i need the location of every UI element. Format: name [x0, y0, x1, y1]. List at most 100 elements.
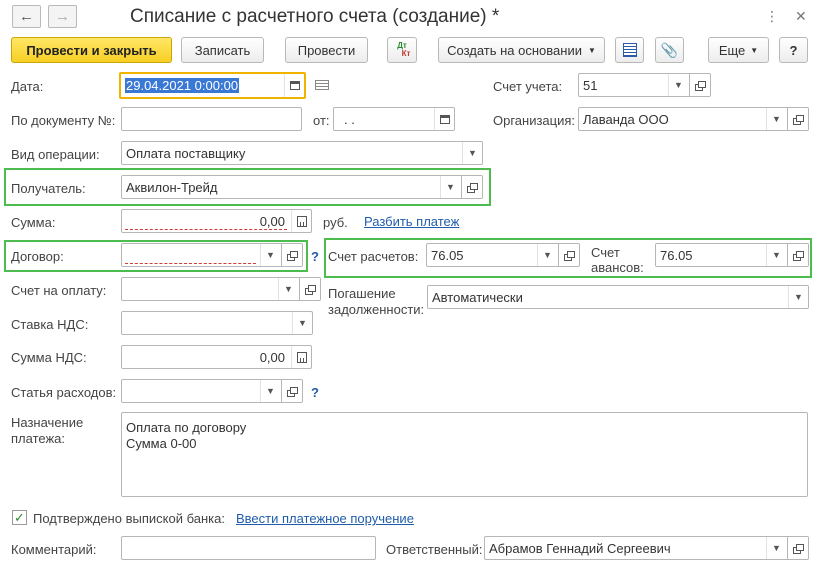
doc-number-label: По документу №: — [11, 113, 116, 128]
post-and-close-button[interactable]: Провести и закрыть — [11, 37, 172, 63]
calculator-icon[interactable] — [291, 346, 311, 368]
close-icon[interactable]: ✕ — [795, 8, 807, 25]
chevron-down-icon[interactable]: ▼ — [440, 176, 460, 198]
expense-item-label: Статья расходов: — [11, 385, 117, 400]
dt-kt-report-button[interactable]: Дт Кт — [387, 37, 417, 63]
from-date-label: от: — [313, 113, 330, 128]
more-button[interactable]: Еще ▼ — [708, 37, 769, 63]
responsible-label: Ответственный: — [386, 542, 483, 557]
contract-label: Договор: — [11, 249, 64, 264]
from-date-value: . . — [344, 112, 355, 127]
chevron-down-icon[interactable]: ▼ — [278, 278, 298, 300]
window-title: Списание с расчетного счета (создание) * — [130, 6, 500, 27]
settlement-account-field[interactable]: 76.05 ▼ — [426, 243, 580, 267]
chevron-down-icon[interactable]: ▼ — [766, 244, 786, 266]
open-icon[interactable] — [281, 244, 302, 266]
invoice-field[interactable]: ▼ — [121, 277, 321, 301]
sum-label: Сумма: — [11, 215, 56, 230]
currency-label: руб. — [323, 215, 348, 230]
from-date-field[interactable]: . . — [333, 107, 455, 131]
date-label: Дата: — [11, 79, 44, 94]
open-icon[interactable] — [299, 278, 320, 300]
responsible-field[interactable]: Абрамов Геннадий Сергеевич ▼ — [484, 536, 809, 560]
doc-number-field[interactable] — [121, 107, 302, 131]
open-icon[interactable] — [787, 108, 808, 130]
advance-account-field[interactable]: 76.05 ▼ — [655, 243, 809, 267]
settlement-account-value: 76.05 — [431, 248, 464, 263]
chevron-down-icon[interactable]: ▼ — [668, 74, 688, 96]
paperclip-icon: 📎 — [660, 41, 679, 58]
repayment-label-line1: Погашение — [328, 286, 396, 301]
organization-value: Лаванда ООО — [583, 112, 669, 127]
contract-help-icon[interactable]: ? — [311, 249, 319, 264]
vat-rate-field[interactable]: ▼ — [121, 311, 313, 335]
advance-account-label-line2: авансов: — [591, 260, 644, 275]
help-button[interactable]: ? — [779, 37, 808, 63]
account-value: 51 — [583, 78, 598, 93]
contract-field[interactable]: ▼ — [121, 243, 303, 267]
chevron-down-icon[interactable]: ▼ — [788, 286, 808, 308]
repayment-field[interactable]: Автоматически ▼ — [427, 285, 809, 309]
save-button[interactable]: Записать — [181, 37, 264, 63]
vat-sum-label: Сумма НДС: — [11, 350, 87, 365]
confirmed-by-bank-label: Подтверждено выпиской банка: — [33, 511, 225, 526]
back-button[interactable]: ← — [12, 5, 41, 28]
account-label: Счет учета: — [493, 79, 563, 94]
document-history-icon[interactable] — [315, 80, 329, 90]
open-icon[interactable] — [787, 244, 808, 266]
arrow-right-icon: → — [55, 8, 70, 25]
organization-field[interactable]: Лаванда ООО ▼ — [578, 107, 809, 131]
payment-purpose-textarea[interactable]: Оплата по договору Сумма 0-00 — [121, 412, 808, 497]
expense-item-field[interactable]: ▼ — [121, 379, 303, 403]
open-icon[interactable] — [281, 380, 302, 402]
recipient-field[interactable]: Аквилон-Трейд ▼ — [121, 175, 483, 199]
chevron-down-icon[interactable]: ▼ — [766, 537, 786, 559]
repayment-label-line2: задолженности: — [328, 302, 425, 317]
open-icon[interactable] — [558, 244, 579, 266]
expense-help-icon[interactable]: ? — [311, 385, 319, 400]
checkmark-icon: ✓ — [14, 509, 25, 525]
chevron-down-icon[interactable]: ▼ — [462, 142, 482, 164]
comment-field[interactable] — [121, 536, 376, 560]
chevron-down-icon: ▼ — [750, 45, 759, 55]
forward-button[interactable]: → — [48, 5, 77, 28]
vat-sum-field[interactable]: 0,00 — [121, 345, 312, 369]
recipient-value: Аквилон-Трейд — [126, 180, 218, 195]
open-icon[interactable] — [689, 74, 710, 96]
comment-label: Комментарий: — [11, 542, 97, 557]
sum-field[interactable]: 0,00 — [121, 209, 312, 233]
kt-icon-label: Кт — [401, 49, 411, 58]
responsible-value: Абрамов Геннадий Сергеевич — [489, 541, 671, 556]
date-field[interactable]: 29.04.2021 0:00:00 — [119, 72, 306, 99]
invoice-label: Счет на оплату: — [11, 283, 107, 298]
confirmed-by-bank-checkbox[interactable]: ✓ — [12, 510, 27, 525]
chevron-down-icon[interactable]: ▼ — [260, 244, 280, 266]
structure-icon-button[interactable] — [615, 37, 644, 63]
operation-type-label: Вид операции: — [11, 147, 100, 162]
sum-value: 0,00 — [259, 214, 285, 229]
open-icon[interactable] — [787, 537, 808, 559]
calendar-icon[interactable] — [434, 108, 454, 130]
account-field[interactable]: 51 ▼ — [578, 73, 711, 97]
purpose-label-line2: платежа: — [11, 431, 65, 446]
advance-account-label-line1: Счет — [591, 245, 620, 260]
chevron-down-icon[interactable]: ▼ — [766, 108, 786, 130]
chevron-down-icon[interactable]: ▼ — [537, 244, 557, 266]
calendar-icon[interactable] — [284, 74, 304, 97]
operation-type-field[interactable]: Оплата поставщику ▼ — [121, 141, 483, 165]
date-value: 29.04.2021 0:00:00 — [125, 78, 240, 93]
split-payment-link[interactable]: Разбить платеж — [364, 214, 459, 229]
chevron-down-icon[interactable]: ▼ — [260, 380, 280, 402]
enter-payment-order-link[interactable]: Ввести платежное поручение — [236, 511, 414, 526]
post-button[interactable]: Провести — [285, 37, 368, 63]
more-actions-icon[interactable]: ⋮ — [765, 8, 779, 25]
organization-label: Организация: — [493, 113, 576, 128]
chevron-down-icon[interactable]: ▼ — [292, 312, 312, 334]
calculator-icon[interactable] — [291, 210, 311, 232]
attach-files-button[interactable]: 📎 — [655, 37, 684, 63]
vat-rate-label: Ставка НДС: — [11, 317, 89, 332]
create-based-on-button[interactable]: Создать на основании ▼ — [438, 37, 605, 63]
chevron-down-icon: ▼ — [587, 45, 596, 55]
purpose-line-2: Сумма 0-00 — [126, 436, 197, 451]
open-icon[interactable] — [461, 176, 482, 198]
